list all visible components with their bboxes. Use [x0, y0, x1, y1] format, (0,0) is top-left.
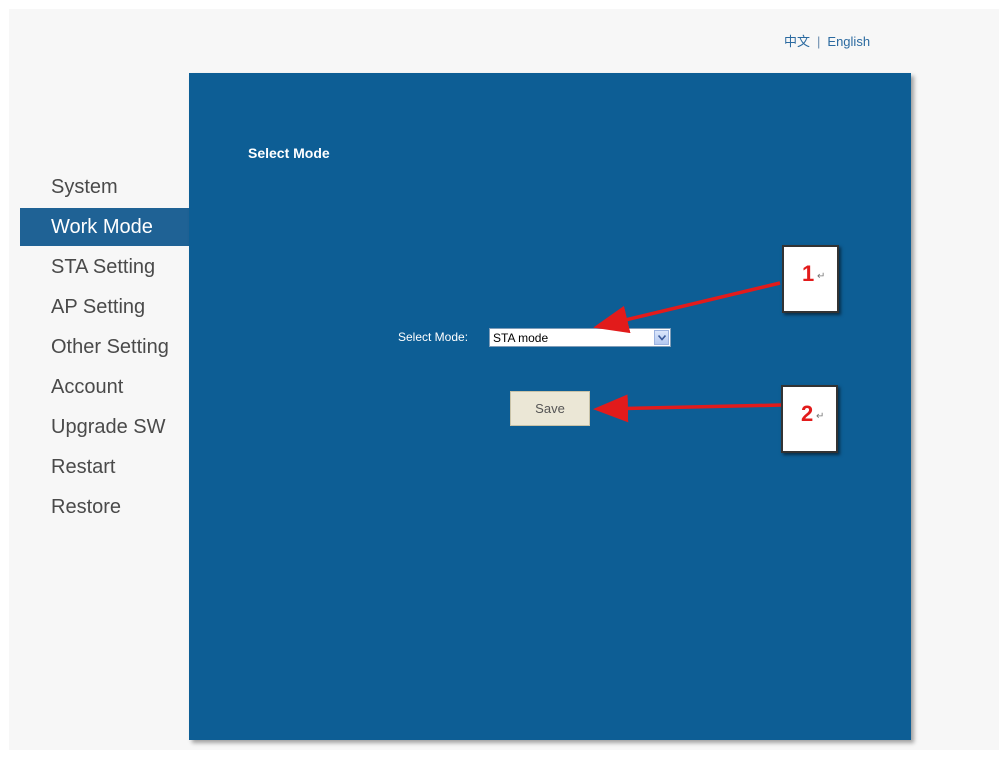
return-mark-icon: ↵: [817, 271, 826, 282]
language-switcher: 中文 | English: [784, 31, 870, 50]
language-separator: |: [817, 34, 821, 49]
language-english-link[interactable]: English: [827, 34, 870, 49]
callout-2: 2 ↵: [781, 385, 838, 453]
sidebar-nav: System Work Mode STA Setting AP Setting …: [20, 167, 190, 527]
page-title: Select Mode: [248, 145, 330, 161]
sidebar-item-work-mode[interactable]: Work Mode: [20, 208, 190, 246]
sidebar-item-other-setting[interactable]: Other Setting: [20, 327, 190, 367]
return-mark-icon: ↵: [816, 411, 825, 422]
callout-2-number: 2: [801, 401, 814, 426]
sidebar-item-upgrade-sw[interactable]: Upgrade SW: [20, 407, 190, 447]
sidebar-item-restart[interactable]: Restart: [20, 447, 190, 487]
sidebar-item-restore[interactable]: Restore: [20, 487, 190, 527]
sidebar-item-ap-setting[interactable]: AP Setting: [20, 287, 190, 327]
sidebar-item-sta-setting[interactable]: STA Setting: [20, 247, 190, 287]
callout-1-number: 1: [802, 261, 815, 286]
language-chinese-link[interactable]: 中文: [784, 34, 810, 49]
save-button[interactable]: Save: [510, 391, 590, 426]
chevron-down-icon[interactable]: [654, 330, 669, 345]
select-mode-label: Select Mode:: [398, 330, 469, 344]
mode-select[interactable]: STA mode: [489, 328, 671, 347]
callout-1: 1 ↵: [782, 245, 839, 313]
mode-select-value: STA mode: [493, 331, 549, 345]
sidebar-item-system[interactable]: System: [20, 167, 190, 207]
sidebar-item-account[interactable]: Account: [20, 367, 190, 407]
